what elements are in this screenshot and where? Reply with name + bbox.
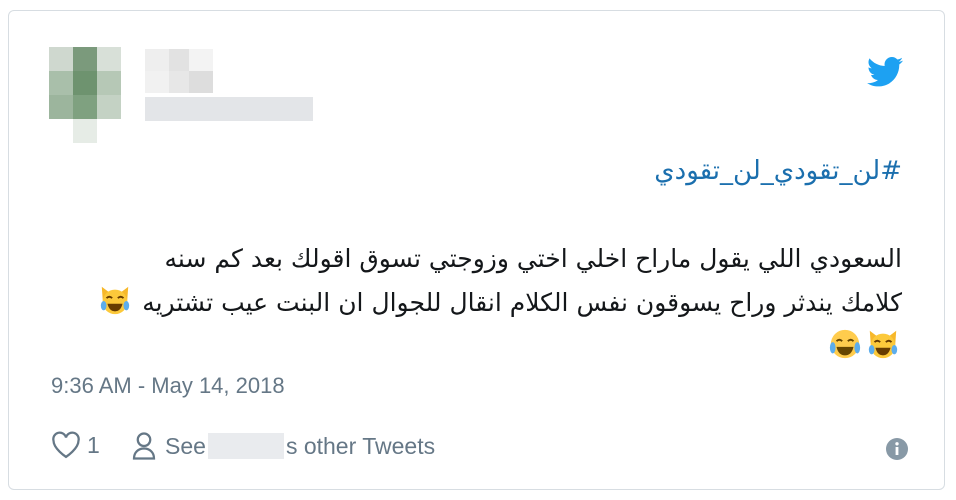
twitter-bird-icon[interactable] <box>867 57 903 87</box>
see-prefix: See <box>165 432 206 459</box>
tweet-footer: 1 See s other Tweets <box>51 431 909 467</box>
hashtag-link[interactable]: #لن_تقودي_لن_تقودي <box>654 151 902 191</box>
tweet-text: السعودي اللي يقول ماراح اخلي اختي وزوجتي… <box>42 237 902 369</box>
tweet-text-line-2: كلامك يندثر وراح يسوقون نفس الكلام انقال… <box>142 288 902 317</box>
tweet-timestamp[interactable]: 9:36 AM - May 14, 2018 <box>51 373 285 399</box>
avatar[interactable] <box>49 47 121 143</box>
face-with-tears-of-joy-icon <box>829 329 861 359</box>
see-other-tweets-link[interactable]: See s other Tweets <box>131 431 435 461</box>
info-icon[interactable] <box>885 437 909 461</box>
face-with-tears-of-joy-cat-icon <box>868 330 898 359</box>
see-suffix: s other Tweets <box>285 432 436 459</box>
user-handle[interactable] <box>145 97 313 121</box>
display-name[interactable] <box>145 49 213 93</box>
tweet-text-line-1: السعودي اللي يقول ماراح اخلي اختي وزوجتي… <box>164 244 902 273</box>
person-icon <box>132 432 156 460</box>
like-count: 1 <box>87 431 100 458</box>
heart-icon <box>52 431 80 459</box>
blurred-username <box>207 433 284 459</box>
like-button[interactable]: 1 <box>51 431 100 459</box>
embedded-tweet-card: #لن_تقودي_لن_تقودي السعودي اللي يقول مار… <box>8 10 945 490</box>
face-with-tears-of-joy-cat-icon <box>101 286 130 315</box>
